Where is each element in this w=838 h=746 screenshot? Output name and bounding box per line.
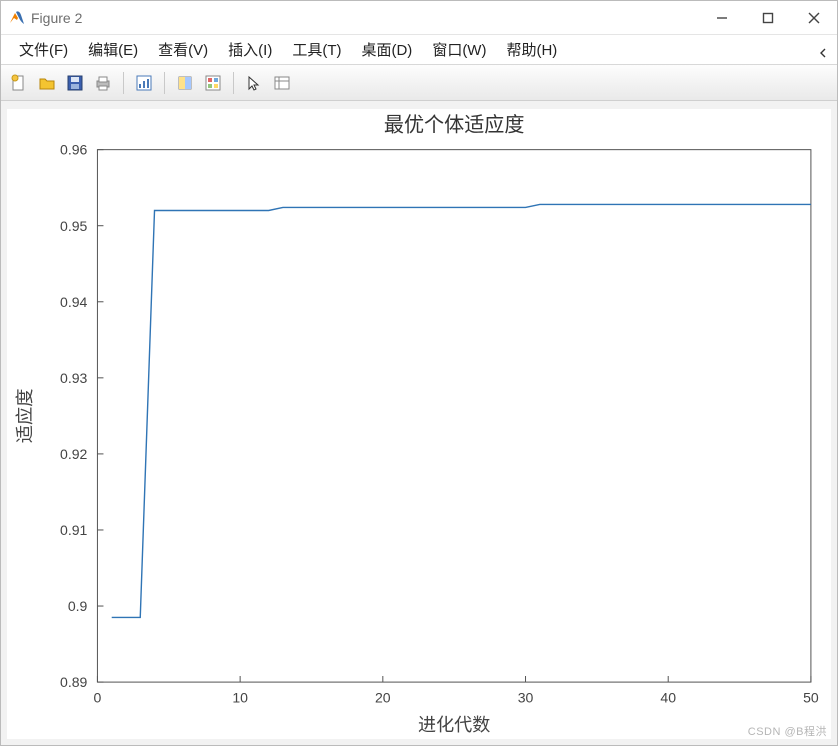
menu-insert[interactable]: 插入(I) (218, 36, 282, 63)
menu-window[interactable]: 窗口(W) (422, 36, 496, 63)
menubar: 文件(F) 编辑(E) 查看(V) 插入(I) 工具(T) 桌面(D) 窗口(W… (1, 35, 837, 65)
y-tick-label: 0.96 (60, 142, 87, 158)
figure-window: Figure 2 文件(F) 编辑(E) 查看(V) 插入(I) 工具(T) 桌… (0, 0, 838, 746)
y-tick-label: 0.95 (60, 218, 87, 234)
close-button[interactable] (791, 1, 837, 35)
save-icon[interactable] (63, 71, 87, 95)
y-tick-label: 0.93 (60, 370, 87, 386)
minimize-button[interactable] (699, 1, 745, 35)
titlebar: Figure 2 (1, 1, 837, 35)
menu-tools[interactable]: 工具(T) (282, 36, 351, 63)
x-tick-label: 30 (518, 689, 534, 705)
menu-help[interactable]: 帮助(H) (496, 36, 567, 63)
x-axis-label: 进化代数 (418, 715, 490, 735)
x-tick-label: 20 (375, 689, 391, 705)
matlab-icon (7, 9, 25, 27)
rotate-3d-icon[interactable] (173, 71, 197, 95)
maximize-button[interactable] (745, 1, 791, 35)
new-file-icon[interactable] (7, 71, 31, 95)
y-tick-label: 0.89 (60, 674, 87, 690)
pointer-icon[interactable] (242, 71, 266, 95)
toolbar-separator (233, 72, 234, 94)
x-tick-label: 40 (660, 689, 676, 705)
watermark-label: CSDN @B程洪 (748, 723, 827, 739)
axes-box (97, 150, 810, 682)
chart-title: 最优个体适应度 (384, 113, 525, 136)
x-tick-label: 50 (803, 689, 819, 705)
figure-palette-icon[interactable] (132, 71, 156, 95)
figure-area: 0 10 20 30 40 50 0.89 0.9 0.91 0.92 0.93 0.94 0.95 0.… (1, 101, 837, 745)
open-folder-icon[interactable] (35, 71, 59, 95)
menu-edit[interactable]: 编辑(E) (78, 36, 148, 63)
window-title: Figure 2 (31, 10, 82, 26)
y-axis-label: 适应度 (15, 388, 35, 443)
toolbar-separator (164, 72, 165, 94)
property-inspector-icon[interactable] (270, 71, 294, 95)
y-tick-label: 0.9 (68, 598, 88, 614)
data-cursor-icon[interactable] (201, 71, 225, 95)
y-tick-label: 0.94 (60, 294, 87, 310)
menubar-overflow-icon[interactable] (819, 45, 829, 62)
axes-container: 0 10 20 30 40 50 0.89 0.9 0.91 0.92 0.93 0.94 0.95 0.… (7, 109, 831, 739)
menu-view[interactable]: 查看(V) (148, 36, 218, 63)
line-chart: 0 10 20 30 40 50 0.89 0.9 0.91 0.92 0.93 0.94 0.95 0.… (7, 109, 831, 739)
y-tick-label: 0.91 (60, 522, 87, 538)
toolbar-separator (123, 72, 124, 94)
x-tick-label: 0 (94, 689, 102, 705)
menu-desktop[interactable]: 桌面(D) (351, 36, 422, 63)
x-tick-label: 10 (232, 689, 248, 705)
menu-file[interactable]: 文件(F) (9, 36, 78, 63)
y-tick-label: 0.92 (60, 446, 87, 462)
toolbar (1, 65, 837, 101)
print-icon[interactable] (91, 71, 115, 95)
